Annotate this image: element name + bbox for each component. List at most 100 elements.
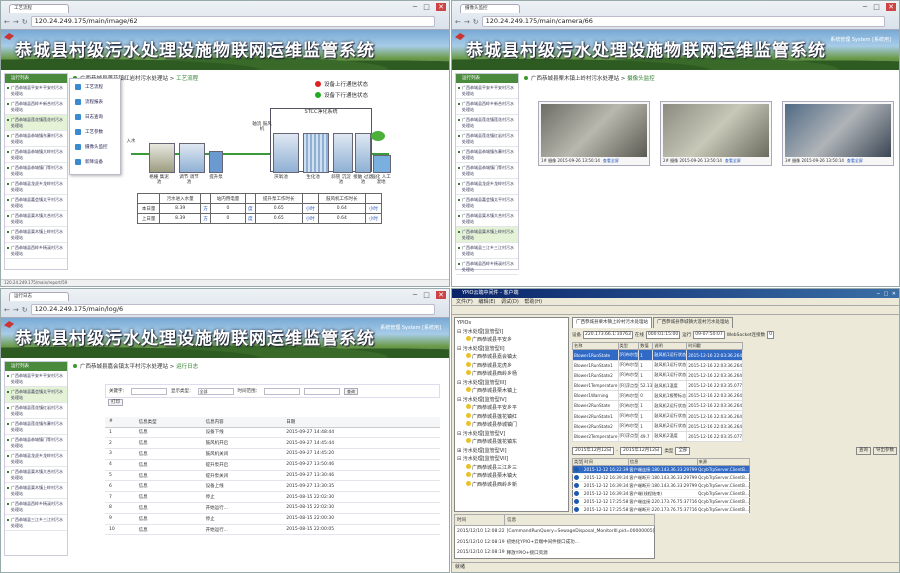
grid-row[interactable]: Blower1RunState1 [R]布尔型 1 鼓风机1运行状态 2015-12-1… bbox=[572, 359, 744, 371]
sidebar-item[interactable]: 广西恭城县恭城镇东寨村污水处理站 bbox=[5, 131, 67, 147]
sidebar-item[interactable]: 广西恭城县莲花镇红岩村污水处理站 bbox=[456, 131, 518, 147]
device-field[interactable]: 220.173.66.1:10763 bbox=[583, 331, 633, 339]
sidebar-item[interactable]: 广西恭城县栗木镇大合村污水处理站 bbox=[5, 467, 67, 483]
log-row[interactable]: 2015/12/10 12:08:19 初始化YPIO+云端中间件接口成功... bbox=[455, 537, 655, 548]
tree-node[interactable]: 广西恭城县莲花镇红 bbox=[457, 412, 566, 422]
sidebar-item[interactable]: 广西恭城县西岭乡新合村污水处理站 bbox=[5, 99, 67, 115]
column-header[interactable]: 类型 bbox=[617, 341, 640, 351]
table-row[interactable]: 9 信息 停止 2015-08-15 22:00:30 bbox=[105, 513, 440, 525]
site-tab[interactable]: 广西恭城县栗木镇上岭村污水处理站 bbox=[572, 317, 652, 328]
tree-node[interactable]: 广西恭城县西岭乡新 bbox=[457, 480, 566, 490]
sidebar-item[interactable]: 广西恭城县西岭乡杨溪村污水处理站 bbox=[5, 499, 67, 515]
sidebar-item[interactable]: 广西恭城县三江乡三江村污水处理站 bbox=[456, 243, 518, 259]
sidebar-item[interactable]: 广西恭城县嘉会镇太平村污水处理站 bbox=[456, 195, 518, 211]
camera-image[interactable] bbox=[541, 104, 647, 157]
address-bar[interactable]: 120.24.249.175/main/image/62 bbox=[30, 16, 435, 27]
tree-node[interactable]: 广西恭城县平安乡 bbox=[457, 336, 566, 345]
column-header[interactable]: 时间 bbox=[582, 458, 629, 466]
tree-node[interactable]: ⊟ 污水处理[监管型III] bbox=[457, 379, 566, 388]
client-menubar[interactable]: 文件(F) 编辑(E) 调试(D) 帮助(H) bbox=[452, 298, 899, 306]
system-links[interactable]: 系统管理 System [系统用] bbox=[380, 324, 441, 331]
lift-pump[interactable] bbox=[209, 151, 223, 173]
sidebar-item[interactable]: 广西恭城县栗木镇上岭村污水处理站 bbox=[5, 227, 67, 243]
table-row[interactable]: 7 信息 停止 2015-08-15 22:02:30 bbox=[105, 491, 440, 504]
grid-row[interactable]: Blower2RunState [R]布尔型 1 鼓风机2运行状态 2015-12-16… bbox=[572, 400, 744, 412]
sidebar-item[interactable]: 广西恭城县西岭乡杨溪村污水处理站 bbox=[456, 259, 518, 275]
sidebar-item[interactable]: 广西恭城县恭城镇门等村污水处理站 bbox=[5, 163, 67, 179]
address-bar[interactable]: 120.24.249.175/main/log/6 bbox=[30, 304, 435, 315]
sidebar-item[interactable]: 广西恭城县恭城镇大岭村污水处理站 bbox=[5, 147, 67, 163]
export-button[interactable]: 导出参数 bbox=[873, 447, 897, 455]
sidebar-item[interactable]: 广西恭城县龙虎乡龙岭村污水处理站 bbox=[5, 451, 67, 467]
address-bar[interactable]: 120.24.249.175/main/camera/66 bbox=[481, 16, 885, 27]
column-header[interactable]: 来源 bbox=[696, 458, 750, 466]
table-row[interactable]: 1 信息 设备下线 2015-09-27 14:48:44 bbox=[105, 427, 440, 439]
tree-node[interactable]: ⊟ 污水处理[监管型V] bbox=[457, 430, 566, 439]
camera-tile[interactable]: 3# 摄像 2015-09-26 13:50:14 查看全屏 bbox=[782, 101, 894, 166]
sidebar-item[interactable]: 广西恭城县龙虎乡龙岭村污水处理站 bbox=[5, 179, 67, 195]
tree-node[interactable]: 广西恭城县栗木镇大 bbox=[457, 472, 566, 481]
column-header[interactable]: 说明 bbox=[652, 341, 688, 351]
query-button[interactable]: 查询 bbox=[856, 447, 871, 455]
window-buttons[interactable]: ─ □ ✕ bbox=[877, 290, 897, 299]
sidebar-item[interactable]: 广西恭城县栗木镇大合村污水处理站 bbox=[5, 211, 67, 227]
window-buttons[interactable]: ─ □ ✕ bbox=[863, 3, 896, 11]
column-header[interactable]: 名称 bbox=[572, 341, 619, 351]
log-row[interactable]: 2015/12/10 12:08:22 [CommandRunQuery=Sewa… bbox=[455, 526, 655, 537]
fullscreen-link[interactable]: 查看全屏 bbox=[725, 158, 741, 163]
sidebar-item[interactable]: 广西恭城县栗木镇上岭村污水处理站 bbox=[5, 483, 67, 499]
sidebar-item[interactable]: 广西恭城县恭城镇东寨村污水处理站 bbox=[456, 147, 518, 163]
tree-node[interactable]: ⊞ 污水处理[监管型VI] bbox=[457, 447, 566, 456]
tree-node[interactable]: ⊟ 污水处理[监管型II] bbox=[457, 345, 566, 354]
menu-item[interactable]: 新降设备 bbox=[70, 154, 120, 169]
sidebar-item[interactable]: 广西恭城县嘉会镇太平村污水处理站 bbox=[5, 387, 67, 403]
date-to-field[interactable]: 2015年12月12日 bbox=[620, 447, 663, 455]
sidebar-item[interactable]: 广西恭城县莲花镇红岩村污水处理站 bbox=[5, 403, 67, 419]
run-field[interactable]: 09-07:50:07 bbox=[693, 331, 725, 339]
close-icon[interactable]: ✕ bbox=[886, 3, 896, 11]
tree-node[interactable]: 广西恭城县龙虎乡 bbox=[457, 361, 566, 371]
menu-item[interactable]: 工艺参数 bbox=[70, 124, 120, 139]
sidebar-item[interactable]: 广西恭城县西岭乡新合村污水处理站 bbox=[456, 99, 518, 115]
reload-icon[interactable]: ↻ bbox=[473, 18, 479, 26]
tree-node[interactable]: ⊟ 污水处理[监管型IV] bbox=[457, 396, 566, 405]
message-row[interactable]: 2015-12-12 16:39:34 客户端(线程结束) QcybTrpServe… bbox=[572, 489, 750, 498]
grid-row[interactable]: Blower2Temperature [R]浮点型 49.7 鼓风机2温度 2015-1… bbox=[572, 430, 744, 443]
sidebar-item[interactable]: 广西恭城县龙虎乡龙岭村污水处理站 bbox=[456, 179, 518, 195]
table-row[interactable]: 6 信息 设备上线 2015-09-27 13:30:35 bbox=[105, 480, 440, 493]
camera-image[interactable] bbox=[785, 104, 891, 157]
sidebar-item[interactable]: 广西恭城县恭城镇门等村污水处理站 bbox=[5, 435, 67, 451]
type-select[interactable]: 全部 bbox=[197, 387, 234, 395]
fullscreen-link[interactable]: 查看全屏 bbox=[847, 158, 863, 163]
sidebar-item[interactable]: 广西恭城县栗木镇上岭村污水处理站 bbox=[456, 227, 518, 243]
type-select[interactable]: 全部 bbox=[675, 447, 691, 455]
query-button[interactable]: 查询 bbox=[344, 387, 358, 395]
message-row[interactable]: 2015-12-12 16:39:34 客户端断开:180.143.36.33:2… bbox=[572, 473, 750, 482]
log-row[interactable]: 2015/12/10 12:08:19 释放YPIO+接口资源 bbox=[455, 548, 655, 559]
menu-item[interactable]: 流程报表 bbox=[70, 94, 120, 109]
online-field[interactable]: 000:01:15:00 bbox=[645, 331, 681, 339]
column-header[interactable]: 信息 bbox=[627, 458, 698, 466]
sidebar-item[interactable]: 广西恭城县莲花镇莲花村污水处理站 bbox=[456, 115, 518, 131]
forward-icon[interactable]: → bbox=[464, 18, 470, 26]
message-row[interactable]: 2015-12-12 17:25:58 客户端连接:220.173.76.75:3… bbox=[572, 497, 750, 506]
range-start-input[interactable] bbox=[264, 387, 300, 395]
column-header[interactable]: 数值 bbox=[638, 341, 654, 351]
table-row[interactable]: 10 信息 开始运行... 2015-08-15 22:00:05 bbox=[105, 524, 440, 536]
forward-icon[interactable]: → bbox=[13, 306, 19, 314]
sidebar-item[interactable]: 广西恭城县栗木镇大合村污水处理站 bbox=[456, 211, 518, 227]
sidebar-item[interactable]: 广西恭城县平安乡平安村污水处理站 bbox=[5, 83, 67, 99]
window-buttons[interactable]: ─ □ ✕ bbox=[413, 3, 446, 11]
sidebar-item[interactable]: 广西恭城县平安乡平安村污水处理站 bbox=[456, 83, 518, 99]
keyword-input[interactable] bbox=[131, 387, 167, 395]
breadcrumb-site[interactable]: 广西恭城县嘉会镇太平村污水处理站 bbox=[80, 364, 168, 370]
tree-node[interactable]: ⊟ 污水处理[监管型I] bbox=[457, 328, 566, 337]
tree-node[interactable]: 广西恭城县恭城镇门 bbox=[457, 421, 566, 430]
column-header[interactable]: 时间戳 bbox=[686, 341, 744, 351]
table-row[interactable]: 4 信息 提升泵开启 2015-09-27 13:50:46 bbox=[105, 459, 440, 471]
tree-node[interactable]: 广西恭城县莲花镇东 bbox=[457, 438, 566, 447]
breadcrumb-site[interactable]: 广西恭城县栗木镇上岭村污水处理站 bbox=[531, 76, 619, 82]
grid-row[interactable]: Blower1Temperature [R]浮点型 52.13 鼓风机1温度 2015-… bbox=[572, 379, 744, 392]
grid-row[interactable]: Blower2RunState1 [R]布尔型 1 鼓风机2运行状态 2015-12-1… bbox=[572, 410, 744, 422]
sidebar-item[interactable]: 广西恭城县三江乡三江村污水处理站 bbox=[5, 515, 67, 531]
